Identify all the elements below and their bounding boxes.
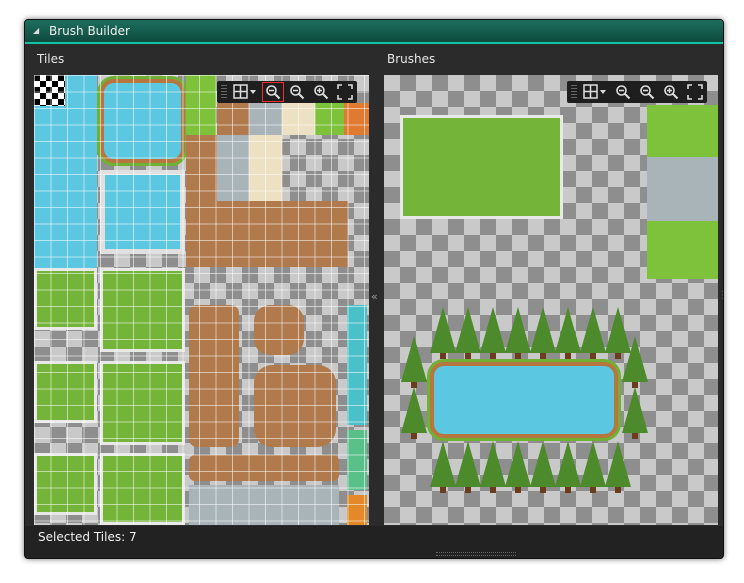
window-title: Brush Builder [49,24,130,38]
tree [530,441,556,493]
zoom-in-icon [314,85,329,100]
dirt-tile[interactable] [217,103,249,135]
dirt-edge-tile[interactable] [189,455,339,481]
dirt-floor-tile[interactable] [186,201,348,267]
zoom-in-button[interactable] [310,82,332,102]
flowerbed-white[interactable] [100,361,185,445]
zoom-in-button[interactable] [660,82,682,102]
flowerbed-white-small[interactable] [34,361,97,423]
collapse-left-icon[interactable]: « [371,290,378,303]
brushes-canvas[interactable] [384,75,718,525]
flowerbed-orange[interactable] [100,268,185,352]
tree [480,307,506,359]
tree [580,307,606,359]
grid-toggle-button[interactable] [580,82,610,102]
tiles-panel-label: Tiles [37,52,65,66]
flowerbed-blue[interactable] [100,453,185,525]
flowerbed-orange-small[interactable] [34,268,97,330]
zoom-reset-icon [266,85,281,100]
dirt-patch-tile[interactable] [254,305,304,355]
fullscreen-icon [337,84,353,100]
grid-toggle-button[interactable] [230,82,260,102]
grid-icon [583,84,606,99]
zoom-out-icon [640,85,655,100]
collapse-arrow-icon[interactable]: ◢ [33,20,39,42]
tree [455,441,481,493]
pond-brush[interactable] [430,362,618,438]
fullscreen-button[interactable] [334,82,356,102]
zoom-reset-icon [616,85,631,100]
flowerbed-brush[interactable] [400,115,563,219]
zoom-in-icon [664,85,679,100]
tree [480,441,506,493]
tree [580,441,606,493]
panel-splitter[interactable]: « [369,75,384,525]
tree [455,307,481,359]
brushes-toolbar [567,81,707,103]
transparent-tile[interactable] [34,75,65,106]
tree [505,307,531,359]
framed-pool-tile[interactable] [100,170,185,254]
grass-brush-bottom[interactable] [647,221,718,279]
stone-floor-tile[interactable] [189,485,339,525]
tree [555,307,581,359]
grid-icon [233,84,256,99]
tree [530,307,556,359]
brush-builder-window: ◢ Brush Builder Tiles Brushes « Selected… [24,19,724,559]
brushes-panel-label: Brushes [387,52,436,66]
water-tile[interactable] [65,75,97,106]
sand-brick-tile[interactable] [249,135,282,201]
dirt-round-tile[interactable] [254,365,336,447]
status-bar: Selected Tiles: 7 [25,526,723,558]
teal-wall-tile[interactable] [347,305,367,425]
fullscreen-icon [687,84,703,100]
toolbar-grip[interactable] [221,85,227,99]
zoom-reset-button[interactable] [612,82,634,102]
water-area-tile[interactable] [34,106,97,268]
pond-tile[interactable] [100,79,185,163]
title-bar[interactable]: ◢ Brush Builder [25,20,723,44]
stone-brick-tile[interactable] [217,135,249,201]
tiles-toolbar [217,81,357,103]
tree [555,441,581,493]
resize-grip[interactable] [436,552,516,556]
stone-brush[interactable] [647,157,718,221]
tree [430,307,456,359]
tree [505,441,531,493]
tree [401,387,427,439]
flowerbed-blue-small[interactable] [34,453,97,515]
zoom-out-button[interactable] [636,82,658,102]
tree [622,336,648,388]
zoom-reset-button[interactable] [262,82,284,102]
sand-tile[interactable] [282,103,315,135]
tree [430,441,456,493]
tree [401,336,427,388]
dirt-path-tile[interactable] [189,305,239,447]
awning-tile[interactable] [344,103,369,135]
orange-wall-tile[interactable] [347,495,367,525]
zoom-out-icon [290,85,305,100]
tiles-canvas[interactable] [34,75,369,525]
stone-tile[interactable] [249,103,282,135]
tree [622,387,648,439]
toolbar-grip[interactable] [571,85,577,99]
green-wall-tile[interactable] [347,430,367,490]
selected-tiles-count: Selected Tiles: 7 [38,530,137,544]
grass-tile[interactable] [186,75,216,135]
grass-brush-top[interactable] [647,105,718,157]
resize-handle-icon[interactable]: ⋮ [718,290,723,301]
tree [605,441,631,493]
fullscreen-button[interactable] [684,82,706,102]
zoom-out-button[interactable] [286,82,308,102]
